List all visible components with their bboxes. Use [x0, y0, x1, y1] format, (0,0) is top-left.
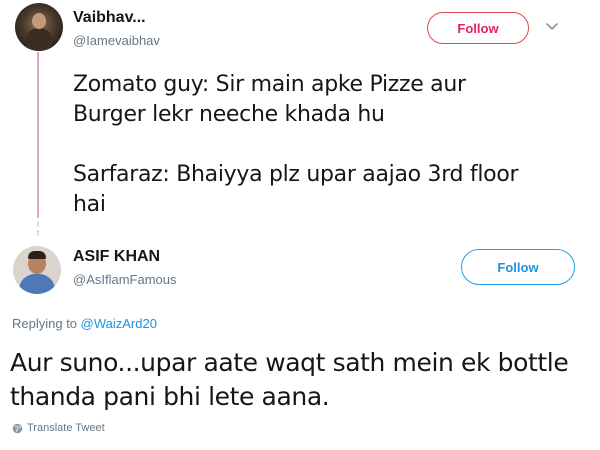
avatar[interactable]	[13, 246, 61, 294]
translate-tweet-label[interactable]: Translate Tweet	[27, 422, 105, 434]
replying-to-mention-link[interactable]: @WaizArd20	[81, 316, 157, 331]
thread-connector-line	[37, 52, 39, 218]
avatar-figure	[26, 28, 52, 51]
follow-button[interactable]: Follow	[461, 249, 575, 285]
user-handle[interactable]: @AsIflamFamous	[73, 272, 177, 287]
translate-tweet-link[interactable]: Translate Tweet	[12, 422, 105, 434]
thread-connector-dash	[37, 230, 39, 236]
display-name[interactable]: Vaibhav...	[73, 9, 146, 27]
avatar-figure	[19, 274, 55, 294]
chevron-down-icon[interactable]	[545, 22, 559, 32]
avatar-hair	[28, 251, 46, 259]
reply-tweet-text: Aur suno...upar aate waqt sath mein ek b…	[10, 348, 569, 411]
avatar[interactable]	[15, 3, 63, 51]
tweet-thread: Vaibhav... @Iamevaibhav Follow Zomato gu…	[0, 0, 600, 450]
globe-icon	[12, 423, 23, 433]
user-handle[interactable]: @Iamevaibhav	[73, 33, 160, 48]
avatar-face	[32, 13, 46, 29]
follow-button[interactable]: Follow	[427, 12, 529, 44]
replying-to-prefix: Replying to	[12, 316, 81, 331]
replying-to: Replying to @WaizArd20	[12, 316, 157, 331]
tweet-text: Zomato guy: Sir main apke Pizze aur Burg…	[73, 72, 519, 217]
display-name[interactable]: ASIF KHAN	[73, 248, 160, 266]
thread-connector-dash	[37, 221, 39, 227]
